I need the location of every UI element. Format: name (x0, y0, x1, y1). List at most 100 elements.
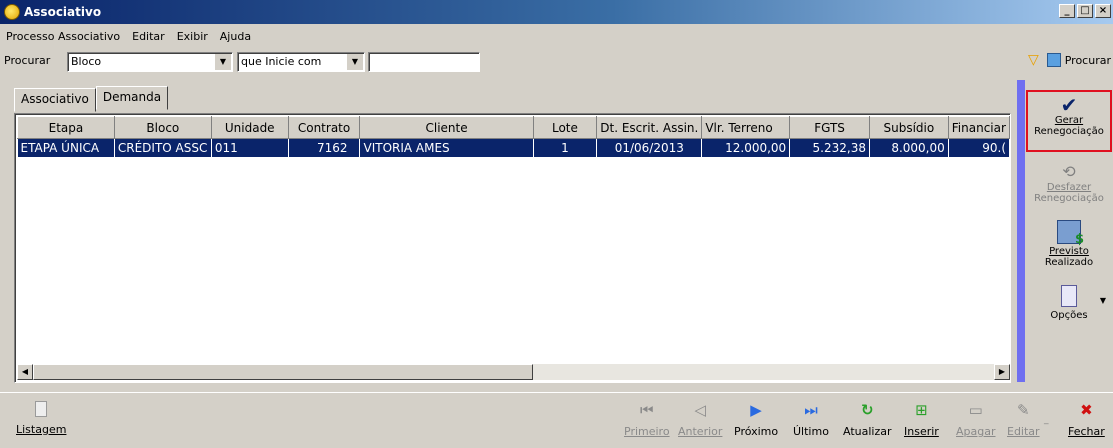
cell-subsidio: 8.000,00 (869, 138, 949, 157)
document-icon (35, 401, 48, 417)
editar-label: Editar (1007, 425, 1040, 438)
search-field-value: Bloco (71, 55, 102, 68)
opcoes-button[interactable]: Opções ▼ (1026, 285, 1112, 335)
fechar-label: Fechar (1068, 425, 1105, 438)
menu-bar: Processo Associativo Editar Exibir Ajuda (0, 28, 257, 46)
column-header-lote[interactable]: Lote (532, 116, 598, 139)
tab-strip: Associativo Demanda (14, 86, 169, 112)
cell-vlr-terreno: 12.000,00 (701, 138, 791, 157)
column-header-subsidio[interactable]: Subsídio (868, 116, 949, 139)
ultimo-button[interactable]: ⏭ Último (793, 401, 829, 438)
search-mode-select[interactable]: que Inicie com ▼ (237, 52, 365, 72)
anterior-button[interactable]: ◁ Anterior (678, 401, 722, 438)
menu-ajuda[interactable]: Ajuda (214, 28, 257, 46)
desfazer-label-line2: Renegociação (1034, 193, 1104, 204)
filter-icon[interactable]: ▽ (1028, 52, 1039, 68)
close-icon[interactable]: × (1095, 4, 1111, 18)
column-header-vlr-terreno[interactable]: Vlr. Terreno (701, 116, 791, 139)
options-icon (1061, 285, 1077, 307)
atualizar-button[interactable]: ↻ Atualizar (843, 401, 892, 438)
insert-icon: ⊞ (915, 401, 928, 419)
checkmark-icon: ✔ (1060, 93, 1078, 117)
chevron-down-icon: ▼ (347, 54, 363, 70)
cell-etapa: ETAPA ÚNICA (17, 138, 115, 157)
previsto-realizado-button[interactable]: $ Previsto Realizado (1026, 220, 1112, 276)
listagem-button[interactable]: Listagem (16, 401, 66, 436)
grid-header-row: Etapa Bloco Unidade Contrato Cliente Lot… (17, 116, 1010, 139)
window-controls: _ □ × (1059, 4, 1111, 18)
title-bar: Associativo _ □ × (0, 0, 1113, 24)
opcoes-label: Opções (1050, 310, 1088, 321)
column-header-etapa[interactable]: Etapa (17, 116, 115, 139)
cell-fgts: 5.232,38 (789, 138, 870, 157)
editar-dropdown-icon[interactable]: _ (1044, 415, 1049, 425)
search-mode-value: que Inicie com (241, 55, 322, 68)
cell-dt-escrit: 01/06/2013 (596, 138, 703, 157)
previsto-label-line2: Realizado (1044, 257, 1094, 268)
next-record-icon: ▶ (750, 401, 762, 419)
ultimo-label: Último (793, 425, 829, 438)
inserir-button[interactable]: ⊞ Inserir (904, 401, 939, 438)
desfazer-label-line1: Desfazer (1046, 182, 1092, 193)
delete-icon: ▭ (968, 401, 983, 419)
minimize-icon[interactable]: _ (1059, 4, 1075, 18)
proximo-label: Próximo (734, 425, 779, 438)
column-header-fgts[interactable]: FGTS (789, 116, 870, 139)
bottom-toolbar: Listagem ⏮ Primeiro ◁ Anterior ▶ Próximo… (0, 392, 1113, 448)
anterior-label: Anterior (678, 425, 723, 438)
gerar-renegociacao-button[interactable]: ✔ Gerar Renegociação (1026, 90, 1112, 152)
cell-cliente: VITORIA AMES (359, 138, 534, 157)
previsto-label-line1: Previsto (1049, 246, 1089, 257)
gerar-label-line1: Gerar (1054, 115, 1084, 126)
proximo-button[interactable]: ▶ Próximo (734, 401, 778, 438)
previous-record-icon: ◁ (694, 401, 706, 419)
column-header-unidade[interactable]: Unidade (210, 116, 289, 139)
scroll-left-icon[interactable]: ◀ (17, 364, 33, 380)
calendar-money-icon: $ (1057, 220, 1084, 246)
tab-demanda[interactable]: Demanda (95, 86, 169, 110)
horizontal-scrollbar[interactable]: ◀ ▶ (17, 364, 1010, 380)
data-grid: Etapa Bloco Unidade Contrato Cliente Lot… (14, 113, 1011, 383)
menu-exibir[interactable]: Exibir (171, 28, 214, 46)
last-record-icon: ⏭ (804, 401, 818, 419)
menu-processo[interactable]: Processo Associativo (0, 28, 126, 46)
cell-unidade: 011 (211, 138, 289, 157)
scroll-thumb[interactable] (33, 364, 533, 380)
column-header-cliente[interactable]: Cliente (359, 116, 534, 139)
fechar-button[interactable]: ✖ Fechar (1068, 401, 1105, 438)
primeiro-label: Primeiro (624, 425, 670, 438)
refresh-icon: ↻ (860, 401, 874, 419)
gerar-label-line2: Renegociação (1034, 126, 1104, 137)
action-sidebar: ✔ Gerar Renegociação ⟲ Desfazer Renegoci… (1026, 80, 1113, 390)
dropdown-arrow-icon[interactable]: ▼ (1100, 295, 1106, 306)
maximize-icon[interactable]: □ (1077, 4, 1093, 18)
apagar-button[interactable]: ▭ Apagar (956, 401, 996, 438)
column-header-contrato[interactable]: Contrato (287, 116, 361, 139)
edit-icon: ✎ (1017, 401, 1030, 419)
desfazer-renegociacao-button[interactable]: ⟲ Desfazer Renegociação (1026, 162, 1112, 212)
search-icon (1046, 53, 1061, 67)
search-field-select[interactable]: Bloco ▼ (67, 52, 233, 72)
editar-button[interactable]: ✎ Editar (1007, 401, 1040, 438)
table-row[interactable]: ETAPA ÚNICA CRÉDITO ASSC 011 7162 VITORI… (17, 138, 1010, 157)
search-label: Procurar (4, 54, 51, 67)
chevron-down-icon: ▼ (215, 54, 231, 70)
search-button[interactable]: Procurar (1046, 53, 1111, 67)
undo-icon: ⟲ (1062, 162, 1076, 181)
close-circle-icon: ✖ (1080, 401, 1093, 419)
column-header-bloco[interactable]: Bloco (113, 116, 212, 139)
app-icon (4, 4, 20, 20)
search-bar: Procurar Bloco ▼ que Inicie com ▼ ▽ Proc… (0, 50, 1113, 74)
scroll-right-icon[interactable]: ▶ (994, 364, 1010, 380)
tab-associativo[interactable]: Associativo (14, 88, 96, 112)
menu-editar[interactable]: Editar (126, 28, 171, 46)
inserir-label: Inserir (904, 425, 939, 438)
sidebar-splitter[interactable] (1017, 80, 1025, 382)
column-header-financiar[interactable]: Financiar (947, 116, 1010, 139)
cell-lote: 1 (533, 138, 598, 157)
cell-bloco: CRÉDITO ASSC (114, 138, 212, 157)
apagar-label: Apagar (956, 425, 996, 438)
column-header-dt-escrit[interactable]: Dt. Escrit. Assin. (596, 116, 703, 139)
search-input[interactable] (368, 52, 480, 72)
primeiro-button[interactable]: ⏮ Primeiro (624, 401, 670, 438)
